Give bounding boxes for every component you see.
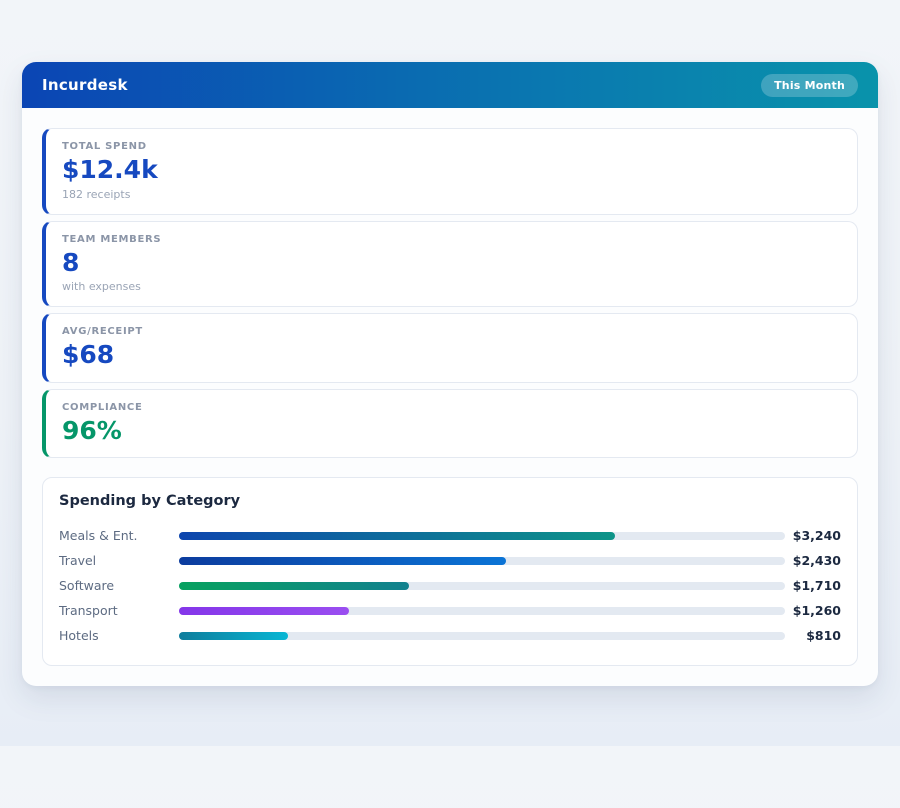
- chart-bar-track: [179, 532, 785, 540]
- chart-bar-track: [179, 632, 785, 640]
- chart-value-label: $3,240: [785, 528, 841, 543]
- stat-label: TEAM MEMBERS: [62, 234, 841, 245]
- chart-category-label: Hotels: [59, 628, 179, 643]
- chart-bar-fill: [179, 607, 349, 615]
- chart-bar-fill: [179, 532, 615, 540]
- chart-category-label: Software: [59, 578, 179, 593]
- chart-row: Transport $1,260: [59, 598, 841, 623]
- stat-label: TOTAL SPEND: [62, 141, 841, 152]
- stat-value: 8: [62, 249, 841, 277]
- chart-category-label: Travel: [59, 553, 179, 568]
- chart-rows: Meals & Ent. $3,240 Travel $2,430 Software $1…: [59, 523, 841, 648]
- chart-row: Hotels $810: [59, 623, 841, 648]
- chart-bar-fill: [179, 632, 288, 640]
- app-header: Incurdesk This Month: [22, 62, 878, 108]
- chart-title: Spending by Category: [59, 493, 841, 509]
- chart-row: Travel $2,430: [59, 548, 841, 573]
- stat-value: 96%: [62, 417, 841, 445]
- stat-card: TEAM MEMBERS 8 with expenses: [42, 221, 858, 308]
- chart-bar-track: [179, 582, 785, 590]
- chart-bar-track: [179, 557, 785, 565]
- stat-label: AVG/RECEIPT: [62, 326, 841, 337]
- chart-value-label: $1,260: [785, 603, 841, 618]
- dashboard-panel: Incurdesk This Month TOTAL SPEND $12.4k 18…: [22, 62, 878, 686]
- chart-bar-fill: [179, 582, 409, 590]
- stat-card: AVG/RECEIPT $68: [42, 313, 858, 383]
- period-badge[interactable]: This Month: [761, 74, 858, 97]
- chart-value-label: $2,430: [785, 553, 841, 568]
- chart-value-label: $810: [785, 628, 841, 643]
- chart-category-label: Meals & Ent.: [59, 528, 179, 543]
- chart-category-label: Transport: [59, 603, 179, 618]
- stat-label: COMPLIANCE: [62, 402, 841, 413]
- dashboard-content: TOTAL SPEND $12.4k 182 receipts TEAM MEMBER…: [22, 108, 878, 686]
- chart-row: Meals & Ent. $3,240: [59, 523, 841, 548]
- stat-value: $68: [62, 341, 841, 369]
- chart-bar-track: [179, 607, 785, 615]
- chart-bar-fill: [179, 557, 506, 565]
- stat-sub: 182 receipts: [62, 188, 841, 201]
- spending-chart-card: Spending by Category Meals & Ent. $3,240 T…: [42, 477, 858, 666]
- stat-sub: with expenses: [62, 280, 841, 293]
- stat-value: $12.4k: [62, 156, 841, 184]
- chart-row: Software $1,710: [59, 573, 841, 598]
- stat-card-list: TOTAL SPEND $12.4k 182 receipts TEAM MEMBER…: [42, 128, 858, 458]
- app-title: Incurdesk: [42, 76, 128, 94]
- chart-value-label: $1,710: [785, 578, 841, 593]
- stat-card: COMPLIANCE 96%: [42, 389, 858, 459]
- stat-card: TOTAL SPEND $12.4k 182 receipts: [42, 128, 858, 215]
